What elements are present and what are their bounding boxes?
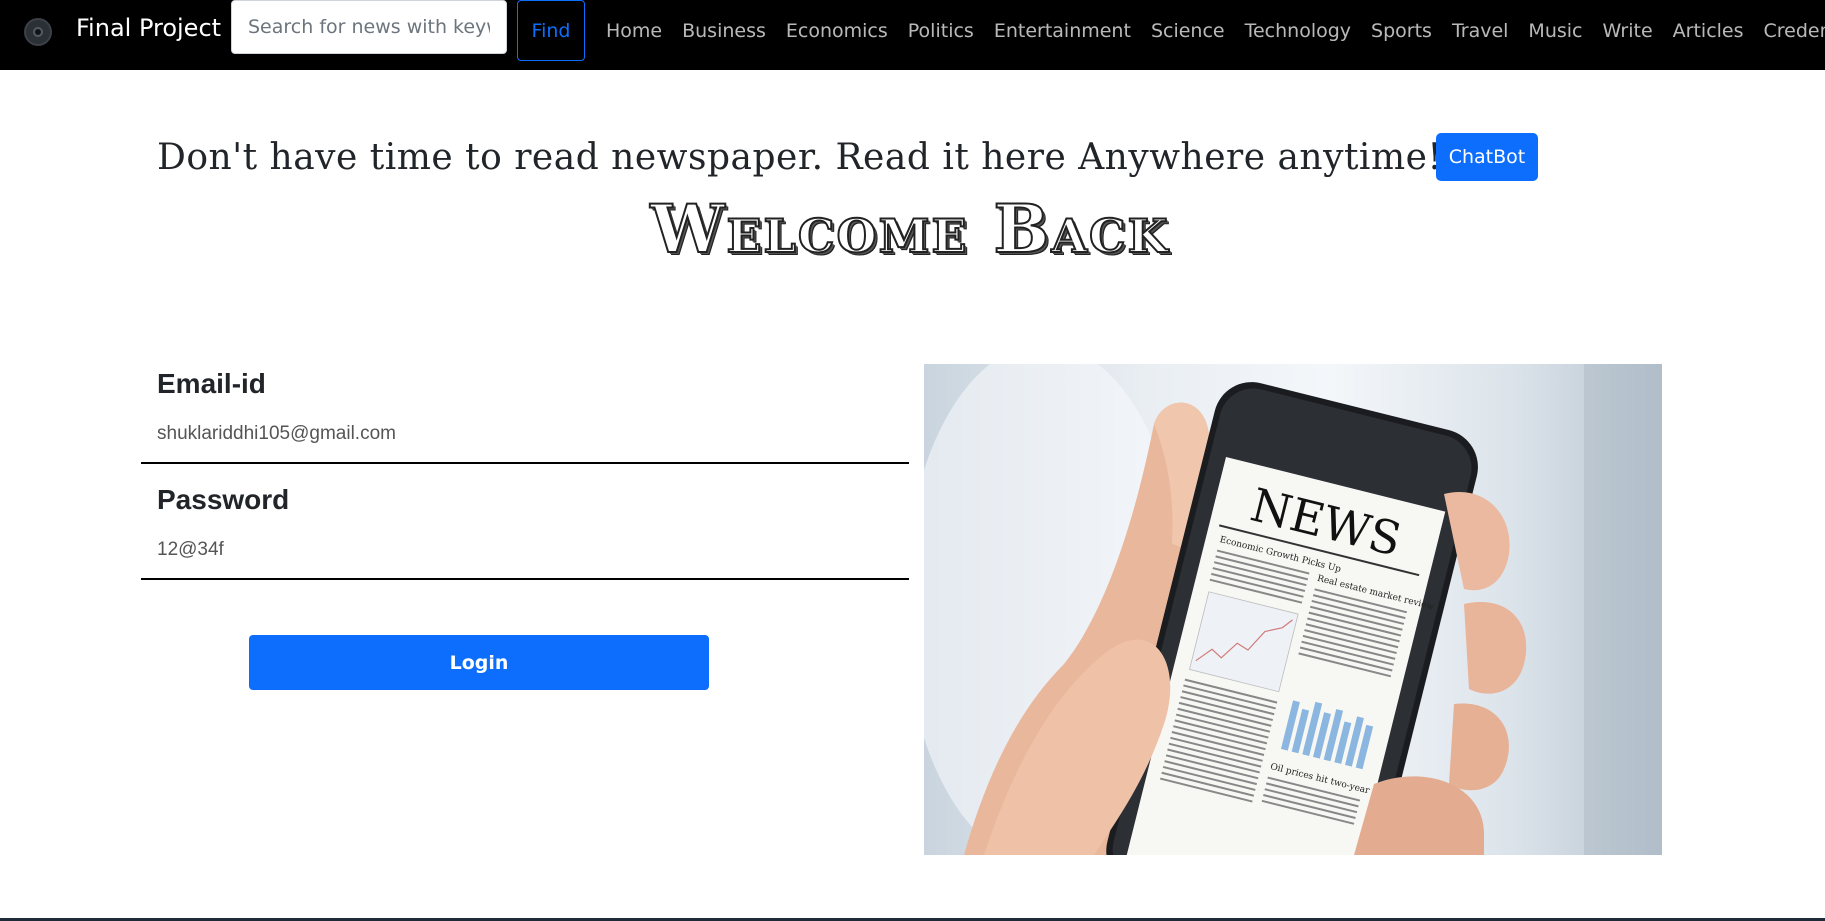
nav-business[interactable]: Business: [672, 20, 776, 42]
brand-logo-icon[interactable]: [24, 18, 52, 46]
nav-articles[interactable]: Articles: [1663, 20, 1754, 42]
search-input[interactable]: [231, 0, 507, 54]
nav-entertainment[interactable]: Entertainment: [984, 20, 1141, 42]
email-label: Email-id: [157, 368, 266, 399]
nav-links: Home Business Economics Politics Enterta…: [596, 0, 1825, 61]
nav-home[interactable]: Home: [596, 20, 672, 42]
welcome-heading: Welcome Back: [649, 189, 1170, 269]
nav-credentials-dropdown[interactable]: Credentials: [1754, 20, 1825, 42]
find-button[interactable]: Find: [517, 0, 585, 61]
nav-science[interactable]: Science: [1141, 20, 1235, 42]
password-label: Password: [157, 484, 290, 515]
nav-music[interactable]: Music: [1518, 20, 1592, 42]
email-field[interactable]: [141, 406, 909, 464]
tagline: Don't have time to read newspaper. Read …: [157, 137, 1488, 178]
nav-credentials-label: Credentials: [1763, 19, 1825, 42]
top-navbar: Final Project Find Home Business Economi…: [0, 0, 1825, 70]
news-phone-image: NEWS Economic Growth Picks Up Real estat…: [924, 364, 1662, 855]
nav-economics[interactable]: Economics: [776, 20, 898, 42]
hand-phone-illustration: NEWS Economic Growth Picks Up Real estat…: [924, 364, 1662, 855]
login-button[interactable]: Login: [249, 635, 709, 690]
password-field[interactable]: [141, 522, 909, 580]
brand-name[interactable]: Final Project: [76, 14, 221, 42]
nav-travel[interactable]: Travel: [1442, 20, 1518, 42]
nav-write[interactable]: Write: [1592, 20, 1662, 42]
nav-politics[interactable]: Politics: [898, 20, 984, 42]
nav-technology[interactable]: Technology: [1235, 20, 1361, 42]
nav-sports[interactable]: Sports: [1361, 20, 1442, 42]
chatbot-button[interactable]: ChatBot: [1436, 133, 1538, 181]
